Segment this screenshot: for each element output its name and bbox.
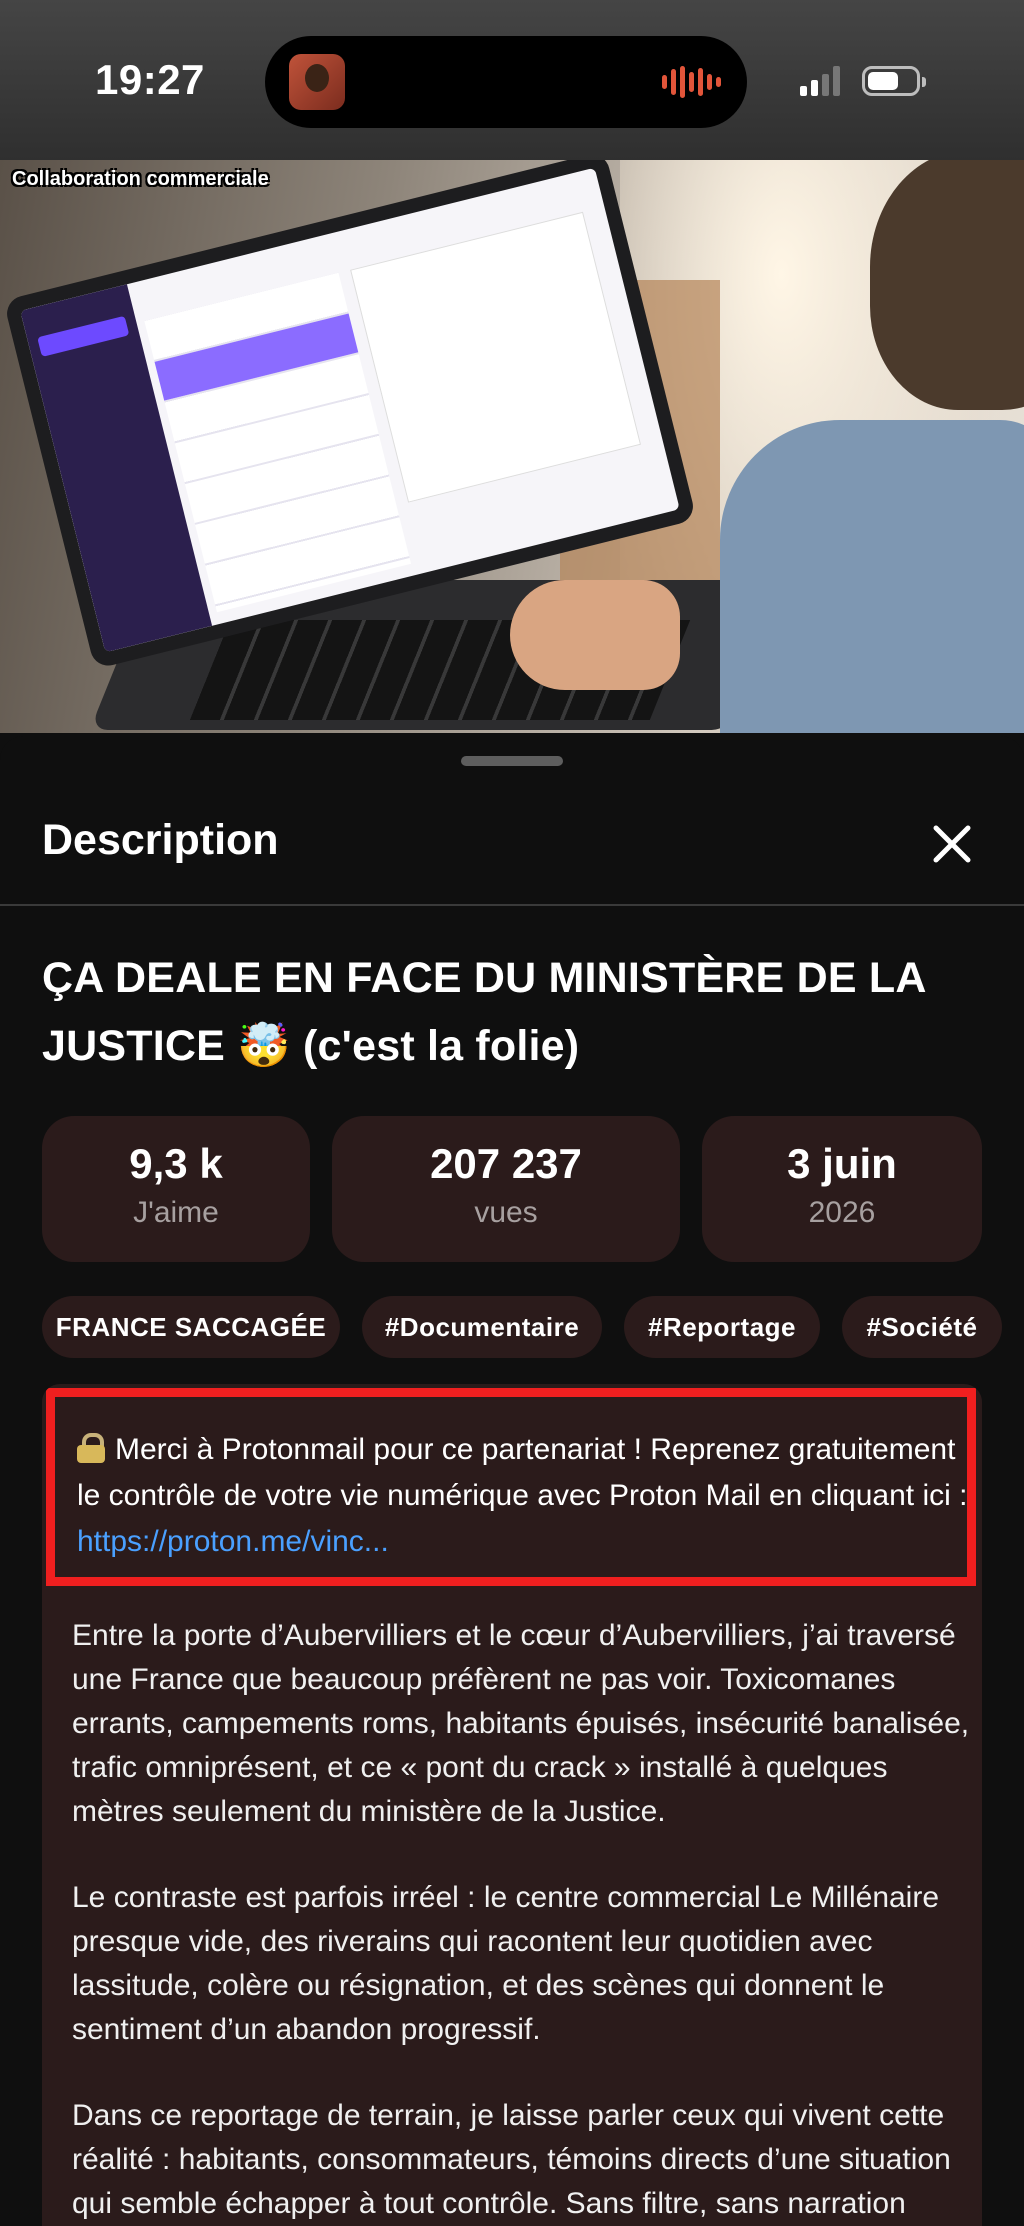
description-paragraph: Le contraste est parfois irréel : le cen…: [72, 1881, 940, 2046]
video-player[interactable]: Collaboration commerciale: [0, 160, 1024, 733]
stats-row: 9,3 k J'aime 207 237 vues 3 juin 2026: [0, 1116, 1024, 1262]
video-frame-hand: [510, 580, 680, 690]
likes-stat: 9,3 k J'aime: [42, 1116, 310, 1262]
audio-waveform-icon: [662, 66, 721, 98]
clock: 19:27: [95, 56, 205, 103]
sheet-title: Description: [42, 816, 279, 864]
description-sheet: Description ÇA DEALE EN FACE DU MINISTÈR…: [0, 736, 1024, 2226]
close-icon[interactable]: [924, 816, 980, 872]
cellular-signal-icon: [800, 66, 840, 96]
divider: [0, 904, 1024, 906]
views-label: vues: [474, 1196, 538, 1229]
description-paragraph: Entre la porte d’Aubervilliers et le cœu…: [72, 1619, 970, 1828]
publish-year: 2026: [808, 1196, 876, 1229]
likes-label: J'aime: [133, 1196, 219, 1229]
likes-count: 9,3 k: [129, 1140, 223, 1187]
video-title: ÇA DEALE EN FACE DU MINISTÈRE DE LA JUST…: [42, 954, 925, 1070]
dynamic-island[interactable]: [265, 36, 747, 128]
views-count: 207 237: [430, 1140, 582, 1187]
description-body: Merci à Protonmail pour ce partenariat !…: [42, 1384, 982, 2226]
sponsor-text: Merci à Protonmail pour ce partenariat !…: [77, 1433, 968, 1512]
sponsor-highlight-box: Merci à Protonmail pour ce partenariat !…: [46, 1388, 976, 1586]
sponsor-link[interactable]: https://proton.me/vinc...: [77, 1525, 389, 1558]
publish-day: 3 juin: [787, 1140, 897, 1187]
sponsor-message: Merci à Protonmail pour ce partenariat !…: [77, 1427, 977, 1565]
tag-chip[interactable]: #Documentaire: [362, 1296, 602, 1358]
sponsor-label: Collaboration commerciale: [12, 168, 269, 190]
hashtag-row: FRANCE SACCAGÉE #Documentaire #Reportage…: [0, 1296, 1024, 1358]
battery-icon: [862, 66, 926, 96]
lock-icon: [77, 1433, 105, 1463]
views-stat: 207 237 vues: [332, 1116, 680, 1262]
description-paragraph: Dans ce reportage de terrain, je laisse …: [72, 2099, 951, 2220]
tag-chip[interactable]: #Société: [842, 1296, 1002, 1358]
sheet-drag-handle[interactable]: [461, 756, 563, 766]
video-frame-person: [700, 160, 1024, 733]
status-bar: 19:27: [0, 0, 1024, 160]
tag-chip[interactable]: #Reportage: [624, 1296, 820, 1358]
tag-chip[interactable]: FRANCE SACCAGÉE: [42, 1296, 340, 1358]
date-stat: 3 juin 2026: [702, 1116, 982, 1262]
now-playing-artwork: [289, 54, 345, 110]
